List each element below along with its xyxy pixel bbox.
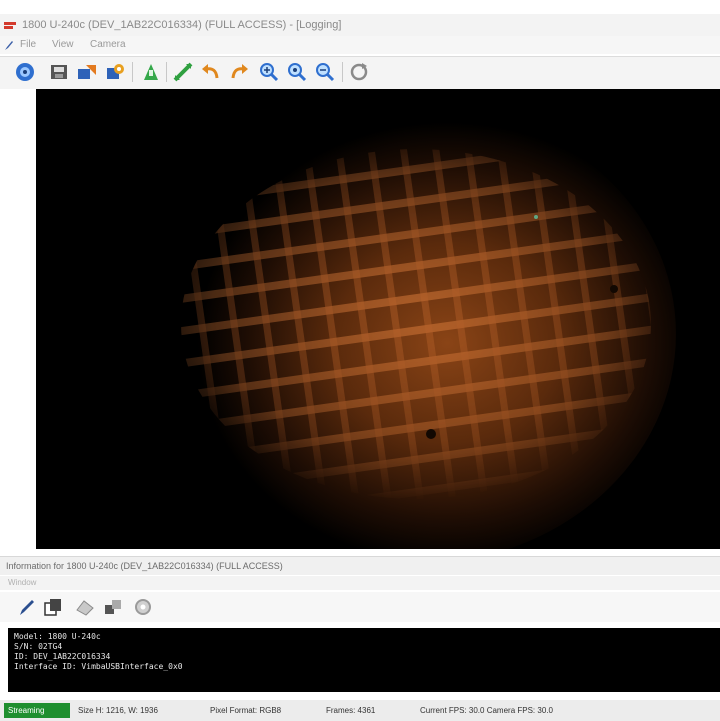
export-icon [78, 65, 96, 79]
export-button[interactable] [76, 61, 98, 83]
trigger-button[interactable] [140, 61, 162, 83]
status-bar: Streaming Size H: 1216, W: 1936 Pixel Fo… [0, 700, 720, 721]
info-label: Information for 1800 U-240c (DEV_1AB22C0… [6, 561, 283, 571]
camera-frame [36, 89, 720, 549]
status-pixel-format: Pixel Format: RGB8 [210, 706, 282, 715]
pen-icon [5, 41, 13, 50]
pen-icon [20, 600, 34, 615]
refresh-icon [350, 63, 368, 81]
log-toolbar [0, 592, 720, 622]
menu-file[interactable]: File [20, 36, 36, 54]
log-line: S/N: 02TG4 [14, 642, 63, 651]
log-line: Model: 1800 U-240c [14, 632, 101, 641]
save-image-button[interactable] [48, 61, 70, 83]
copy-icon [44, 599, 61, 616]
settings-icon [107, 64, 124, 79]
status-fps: Current FPS: 30.0 Camera FPS: 30.0 [420, 706, 553, 715]
log-line: Interface ID: VimbaUSBInterface_0x0 [14, 662, 183, 671]
zoom-out-button[interactable] [314, 61, 336, 83]
open-camera-icon [16, 63, 34, 81]
clear-log-button[interactable] [74, 596, 96, 618]
zoom-in-icon [260, 63, 279, 82]
fit-window-icon [173, 62, 193, 82]
trigger-icon [144, 64, 158, 80]
status-size: Size H: 1216, W: 1936 [78, 706, 158, 715]
toolbar-separator [166, 62, 167, 82]
edit-log-button[interactable] [16, 596, 38, 618]
info-bar: Information for 1800 U-240c (DEV_1AB22C0… [0, 556, 720, 575]
settings-button[interactable] [104, 61, 126, 83]
main-toolbar [0, 56, 720, 90]
copy-log-button[interactable] [42, 596, 64, 618]
panel-header: Window [0, 576, 720, 590]
zoom-in-button[interactable] [258, 61, 280, 83]
log-line: ID: DEV_1AB22C016334 [14, 652, 111, 661]
undo-button[interactable] [200, 61, 222, 83]
menu-view[interactable]: View [52, 36, 74, 54]
menu-camera[interactable]: Camera [90, 36, 126, 54]
log-console[interactable]: Model: 1800 U-240c S/N: 02TG4 ID: DEV_1A… [8, 628, 720, 692]
zoom-100-button[interactable] [286, 61, 308, 83]
streaming-status-badge: Streaming [4, 703, 70, 718]
zoom-out-icon [316, 63, 335, 82]
image-viewer[interactable] [36, 89, 720, 549]
panel-title: Window [8, 578, 37, 587]
title-bar: 1800 U-240c (DEV_1AB22C016334) (FULL ACC… [0, 14, 720, 36]
windows-icon [105, 600, 121, 614]
eraser-icon [76, 600, 94, 616]
toolbar-separator [132, 62, 133, 82]
gear-icon [135, 599, 151, 615]
redo-icon [231, 64, 248, 79]
split-view-button[interactable] [102, 596, 124, 618]
window-title: 1800 U-240c (DEV_1AB22C016334) (FULL ACC… [22, 19, 342, 31]
zoom-100-icon [288, 63, 307, 82]
log-settings-button[interactable] [132, 596, 154, 618]
fit-window-button[interactable] [172, 61, 194, 83]
menu-bar: File View Camera [0, 36, 720, 54]
left-panel [0, 89, 37, 549]
toolbar-separator [342, 62, 343, 82]
refresh-button[interactable] [348, 61, 370, 83]
save-image-icon [51, 65, 67, 79]
open-camera-button[interactable] [14, 61, 36, 83]
redo-button[interactable] [228, 61, 250, 83]
undo-icon [202, 64, 219, 79]
status-frames: Frames: 4361 [326, 706, 376, 715]
app-logo-icon [4, 22, 16, 29]
